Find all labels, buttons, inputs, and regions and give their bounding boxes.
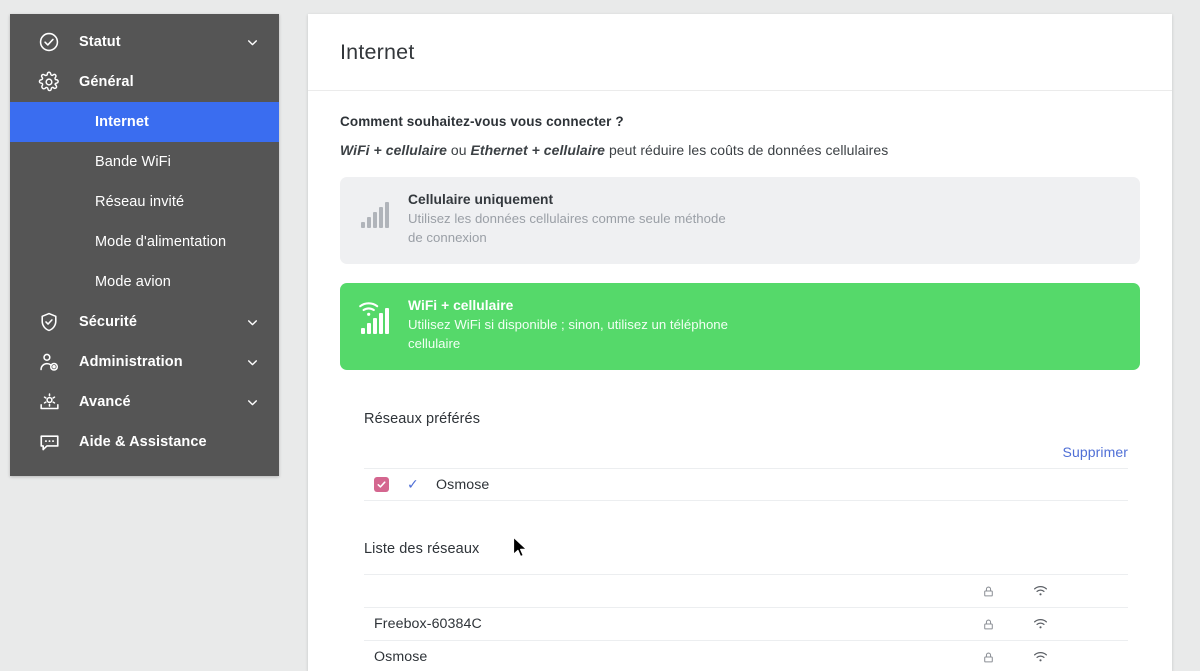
wifi-icon (1014, 651, 1066, 663)
option-title: WiFi + cellulaire (408, 298, 514, 313)
table-row[interactable]: Freebox-60384C (364, 607, 1128, 640)
option-card-text: Cellulaire uniquement Utilisez les donné… (408, 190, 738, 247)
connection-question: Comment souhaitez-vous vous connecter ? (340, 114, 624, 129)
sidebar-navigation: Statut Général Internet Bande WiFi Résea… (10, 14, 279, 476)
panel-header: Internet (308, 14, 1172, 91)
network-checkbox[interactable] (374, 477, 389, 492)
table-row[interactable] (364, 574, 1128, 607)
subnote-middle: ou (446, 142, 471, 158)
signal-bars-icon (358, 194, 396, 234)
sidebar-item-label: Mode d'alimentation (95, 234, 227, 250)
chevron-down-icon[interactable] (246, 36, 259, 49)
shield-check-icon (36, 309, 62, 335)
sidebar-item-label: Avancé (79, 394, 131, 410)
subnote-bold-wifi: WiFi + cellulaire (340, 142, 447, 158)
subnote-bold-ethernet: Ethernet + cellulaire (470, 142, 605, 158)
sidebar-item-statut[interactable]: Statut (10, 22, 279, 62)
sidebar-item-reseau-invite[interactable]: Réseau invité (10, 182, 279, 222)
user-gear-icon (36, 349, 62, 375)
sidebar-item-securite[interactable]: Sécurité (10, 302, 279, 342)
gear-icon (36, 69, 62, 95)
sidebar-item-label: Général (79, 74, 134, 90)
content-panel: Internet Comment souhaitez-vous vous con… (308, 14, 1172, 671)
preferred-networks-title: Réseaux préférés (364, 411, 481, 427)
lock-icon (962, 618, 1014, 631)
sidebar-item-label: Statut (79, 34, 121, 50)
sidebar-item-bande-wifi[interactable]: Bande WiFi (10, 142, 279, 182)
gear-tray-icon (36, 389, 62, 415)
sidebar-top-spacer (10, 14, 279, 22)
sidebar-item-internet[interactable]: Internet (10, 102, 279, 142)
sidebar-item-general[interactable]: Général (10, 62, 279, 102)
sidebar-item-label: Administration (79, 354, 183, 370)
sidebar-item-label: Bande WiFi (95, 154, 171, 170)
lock-icon (962, 651, 1014, 664)
wifi-icon (1014, 618, 1066, 630)
chevron-down-icon[interactable] (246, 356, 259, 369)
option-title: Cellulaire uniquement (408, 192, 554, 207)
chevron-down-icon[interactable] (246, 396, 259, 409)
chevron-down-icon[interactable] (246, 316, 259, 329)
preferred-network-row[interactable]: ✓ Osmose (364, 468, 1128, 501)
option-description: Utilisez les données cellulaires comme s… (408, 211, 726, 245)
sidebar-item-mode-avion[interactable]: Mode avion (10, 262, 279, 302)
network-list-title: Liste des réseaux (364, 541, 480, 557)
network-name: Freebox-60384C (374, 616, 482, 632)
network-name: Osmose (374, 649, 428, 665)
option-card-cellulaire-uniquement[interactable]: Cellulaire uniquement Utilisez les donné… (340, 177, 1140, 264)
sidebar-item-avance[interactable]: Avancé (10, 382, 279, 422)
table-row[interactable]: Osmose (364, 640, 1128, 671)
network-list-table: Freebox-60384C Osmose (364, 574, 1128, 671)
sidebar-item-aide-assistance[interactable]: Aide & Assistance (10, 422, 279, 462)
option-card-text: WiFi + cellulaire Utilisez WiFi si dispo… (408, 296, 738, 353)
option-description: Utilisez WiFi si disponible ; sinon, uti… (408, 317, 729, 351)
wifi-icon (1014, 585, 1066, 597)
wifi-signal-bars-icon (358, 300, 396, 340)
connected-check-icon: ✓ (407, 476, 419, 492)
preferred-network-name: Osmose (436, 476, 490, 493)
delete-button[interactable]: Supprimer (1063, 444, 1128, 460)
connection-subnote: WiFi + cellulaire ou Ethernet + cellulai… (340, 142, 1140, 158)
sidebar-item-mode-alimentation[interactable]: Mode d'alimentation (10, 222, 279, 262)
lock-icon (962, 585, 1014, 598)
sidebar-item-label: Aide & Assistance (79, 434, 207, 450)
sidebar-item-label: Sécurité (79, 314, 138, 330)
preferred-networks-list: ✓ Osmose (364, 468, 1128, 501)
sidebar-item-label: Mode avion (95, 274, 171, 290)
check-circle-icon (36, 29, 62, 55)
sidebar-item-administration[interactable]: Administration (10, 342, 279, 382)
option-card-wifi-cellulaire[interactable]: WiFi + cellulaire Utilisez WiFi si dispo… (340, 283, 1140, 370)
sidebar-item-label: Réseau invité (95, 194, 185, 210)
chat-bubble-icon (36, 429, 62, 455)
subnote-tail: peut réduire les coûts de données cellul… (605, 142, 889, 158)
sidebar-item-label: Internet (95, 114, 149, 130)
page-title: Internet (340, 39, 415, 64)
preferred-networks-actions: Supprimer (364, 436, 1128, 468)
panel-body: Comment souhaitez-vous vous connecter ? … (308, 114, 1172, 671)
